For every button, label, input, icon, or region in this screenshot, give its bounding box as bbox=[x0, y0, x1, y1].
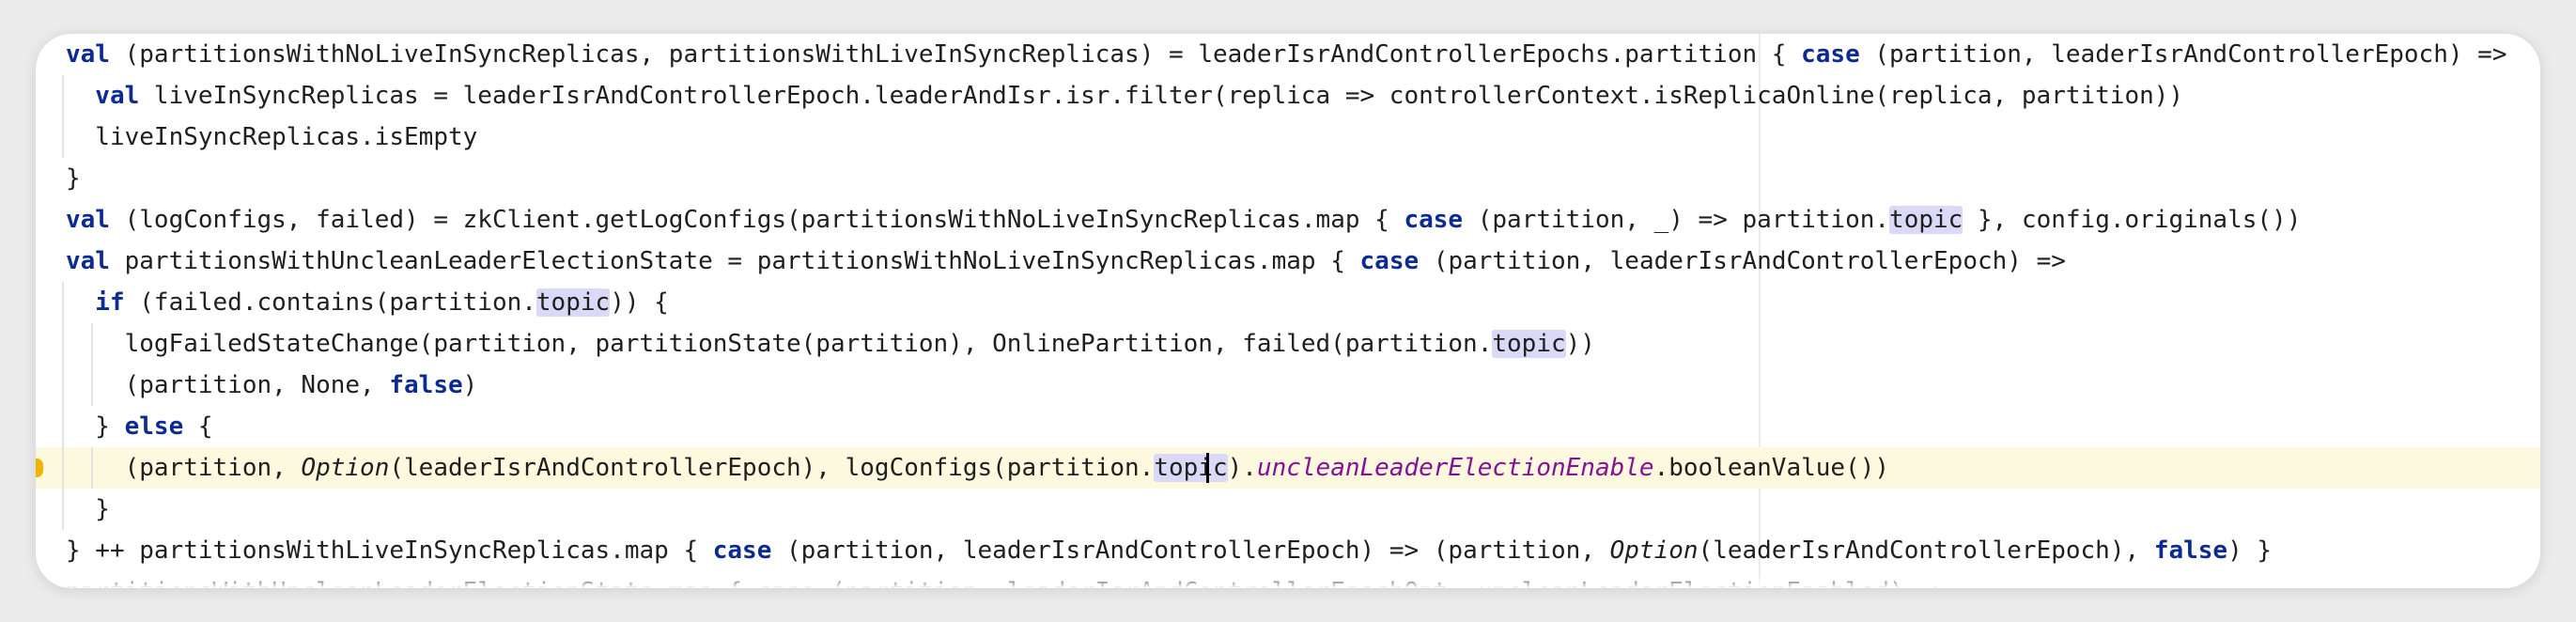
code-text: } ++ partitionsWithLiveInSyncReplicas.ma… bbox=[66, 530, 2272, 571]
code-text: } else { bbox=[95, 406, 212, 447]
code-line[interactable]: } bbox=[36, 158, 2540, 199]
code-token: Option bbox=[1609, 536, 1699, 565]
code-text: val partitionsWithUncleanLeaderElectionS… bbox=[66, 241, 2066, 282]
code-token: (leaderIsrAndControllerEpoch), logConfig… bbox=[389, 454, 1155, 482]
indent-guide bbox=[62, 365, 64, 406]
code-line[interactable]: val partitionsWithUncleanLeaderElectionS… bbox=[36, 241, 2540, 282]
code-token: liveInSyncReplicas.isEmpty bbox=[95, 123, 478, 151]
highlighted-token: topic bbox=[535, 288, 611, 317]
highlighted-token: topic bbox=[1492, 330, 1566, 358]
code-token: partitionsWithUncleanLeaderElectionState… bbox=[109, 247, 1360, 275]
indent-guide bbox=[62, 406, 64, 447]
code-text: (partition, None, false) bbox=[125, 365, 478, 406]
code-text: if (failed.contains(partition.topic)) { bbox=[95, 282, 669, 323]
code-text: val (partitionsWithNoLiveInSyncReplicas,… bbox=[66, 34, 2506, 75]
keyword-token: false bbox=[389, 371, 463, 399]
code-editor[interactable]: val (partitionsWithNoLiveInSyncReplicas,… bbox=[36, 34, 2540, 588]
code-line-current[interactable]: (partition, Option(leaderIsrAndControlle… bbox=[36, 447, 2540, 489]
code-text: logFailedStateChange(partition, partitio… bbox=[125, 323, 1595, 365]
code-token: } bbox=[95, 495, 110, 523]
code-line[interactable]: if (failed.contains(partition.topic)) { bbox=[36, 282, 2540, 323]
code-token: (partition, leaderIsrAndControllerEpoch)… bbox=[771, 536, 1610, 565]
code-line[interactable]: } ++ partitionsWithLiveInSyncReplicas.ma… bbox=[36, 530, 2540, 571]
code-token: }, config.originals()) bbox=[1963, 206, 2302, 234]
code-text: } bbox=[66, 158, 81, 199]
keyword-token: case bbox=[1801, 40, 1860, 69]
code-line[interactable]: val liveInSyncReplicas = leaderIsrAndCon… bbox=[36, 75, 2540, 117]
code-token: ) bbox=[462, 371, 478, 399]
code-token: } ++ partitionsWithLiveInSyncReplicas.ma… bbox=[66, 536, 713, 565]
code-text: } bbox=[95, 489, 110, 530]
code-line[interactable]: (partition, None, false) bbox=[36, 365, 2540, 406]
code-token: { bbox=[183, 412, 213, 441]
keyword-token: case bbox=[1404, 206, 1464, 234]
code-token: Option bbox=[301, 454, 390, 482]
code-line[interactable]: val (logConfigs, failed) = zkClient.getL… bbox=[36, 199, 2540, 241]
indent-guide bbox=[62, 323, 64, 365]
code-text: val liveInSyncReplicas = leaderIsrAndCon… bbox=[95, 75, 2183, 117]
indent-guide bbox=[62, 282, 64, 323]
code-text: liveInSyncReplicas.isEmpty bbox=[95, 117, 477, 158]
code-token: (partition, _) => partition. bbox=[1463, 206, 1890, 234]
code-token: (partition, bbox=[124, 454, 302, 482]
code-text: (partition, Option(leaderIsrAndControlle… bbox=[125, 447, 1889, 489]
code-line[interactable]: logFailedStateChange(partition, partitio… bbox=[36, 323, 2540, 365]
code-token: uncleanLeaderElectionEnable bbox=[1256, 454, 1654, 482]
highlighted-token: topic bbox=[1154, 454, 1228, 482]
keyword-token: val bbox=[66, 40, 110, 69]
code-token: liveInSyncReplicas = leaderIsrAndControl… bbox=[139, 82, 2184, 110]
text-caret bbox=[1206, 453, 1209, 483]
warning-bulb-icon[interactable] bbox=[36, 459, 43, 477]
indent-guide bbox=[91, 323, 94, 365]
code-token: ). bbox=[1227, 454, 1257, 482]
code-line[interactable]: val (partitionsWithNoLiveInSyncReplicas,… bbox=[36, 34, 2540, 75]
keyword-token: false bbox=[2153, 536, 2228, 565]
indent-guide bbox=[91, 447, 94, 489]
keyword-token: if bbox=[95, 288, 125, 317]
code-token: (partition, None, bbox=[124, 371, 390, 399]
keyword-token: val bbox=[66, 247, 110, 275]
code-token: } bbox=[95, 412, 125, 441]
indent-guide bbox=[62, 489, 64, 530]
indent-guide bbox=[91, 365, 94, 406]
keyword-token: val bbox=[95, 82, 140, 110]
code-token: logFailedStateChange(partition, partitio… bbox=[124, 330, 1493, 358]
code-token: .booleanValue()) bbox=[1653, 454, 1890, 482]
code-line[interactable]: liveInSyncReplicas.isEmpty bbox=[36, 117, 2540, 158]
keyword-token: val bbox=[66, 206, 110, 234]
bottom-fade bbox=[36, 573, 2540, 588]
code-token: (partition, leaderIsrAndControllerEpoch)… bbox=[1419, 247, 2066, 275]
code-text: val (logConfigs, failed) = zkClient.getL… bbox=[66, 199, 2301, 241]
keyword-token: case bbox=[1359, 247, 1420, 275]
indent-guide bbox=[62, 75, 64, 117]
indent-guide bbox=[62, 117, 64, 158]
code-token: )) bbox=[1565, 330, 1595, 358]
code-token: (partition, leaderIsrAndControllerEpoch)… bbox=[1859, 40, 2507, 69]
indent-guide bbox=[62, 447, 64, 489]
keyword-token: case bbox=[712, 536, 772, 565]
code-line[interactable]: } bbox=[36, 489, 2540, 530]
code-token: (logConfigs, failed) = zkClient.getLogCo… bbox=[109, 206, 1404, 234]
highlighted-token: topic bbox=[1889, 206, 1963, 234]
keyword-token: else bbox=[124, 412, 184, 441]
code-token: (failed.contains(partition. bbox=[124, 288, 536, 317]
code-token: ) } bbox=[2227, 536, 2273, 565]
code-token: } bbox=[66, 164, 81, 193]
code-token: (partitionsWithNoLiveInSyncReplicas, par… bbox=[109, 40, 1802, 69]
code-token: (leaderIsrAndControllerEpoch), bbox=[1698, 536, 2154, 565]
code-line[interactable]: } else { bbox=[36, 406, 2540, 447]
code-token: )) { bbox=[610, 288, 669, 317]
